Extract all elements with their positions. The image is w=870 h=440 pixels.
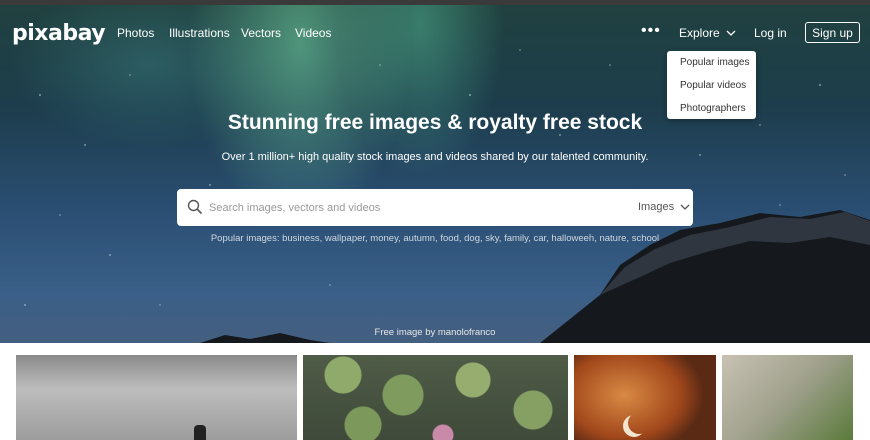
nav-videos[interactable]: Videos: [295, 26, 331, 40]
pixabay-logo[interactable]: pixabay: [12, 21, 106, 46]
more-menu-button[interactable]: •••: [641, 22, 661, 40]
explore-menu-button[interactable]: Explore: [679, 26, 736, 40]
nav-vectors[interactable]: Vectors: [241, 26, 281, 40]
image-credit[interactable]: Free image by manolofranco: [0, 327, 870, 338]
login-link[interactable]: Log in: [754, 26, 787, 40]
hero-subline: Over 1 million+ high quality stock image…: [221, 151, 649, 163]
image-grid: [0, 343, 870, 440]
crescent-moon: [628, 412, 650, 434]
explore-label: Explore: [679, 26, 720, 40]
search-type-select[interactable]: Images: [638, 201, 690, 213]
search-type-label: Images: [638, 201, 675, 213]
search-bar: Images: [177, 189, 693, 226]
image-thumbnail[interactable]: [722, 355, 853, 440]
menu-item-popular-videos[interactable]: Popular videos: [680, 80, 746, 91]
person-silhouette: [194, 425, 206, 440]
chevron-down-icon: [726, 30, 736, 36]
search-icon[interactable]: [187, 199, 203, 215]
menu-item-photographers[interactable]: Photographers: [680, 103, 746, 114]
image-thumbnail[interactable]: [574, 355, 716, 440]
menu-item-popular-images[interactable]: Popular images: [680, 57, 749, 68]
image-thumbnail[interactable]: [303, 355, 568, 440]
signup-button[interactable]: Sign up: [805, 22, 860, 43]
nav-illustrations[interactable]: Illustrations: [169, 26, 230, 40]
search-input[interactable]: [209, 198, 609, 218]
chevron-down-icon: [680, 204, 690, 210]
explore-dropdown: Popular images Popular videos Photograph…: [667, 51, 756, 119]
popular-searches[interactable]: Popular images: business, wallpaper, mon…: [0, 233, 870, 244]
image-thumbnail[interactable]: [16, 355, 297, 440]
nav-photos[interactable]: Photos: [117, 26, 154, 40]
